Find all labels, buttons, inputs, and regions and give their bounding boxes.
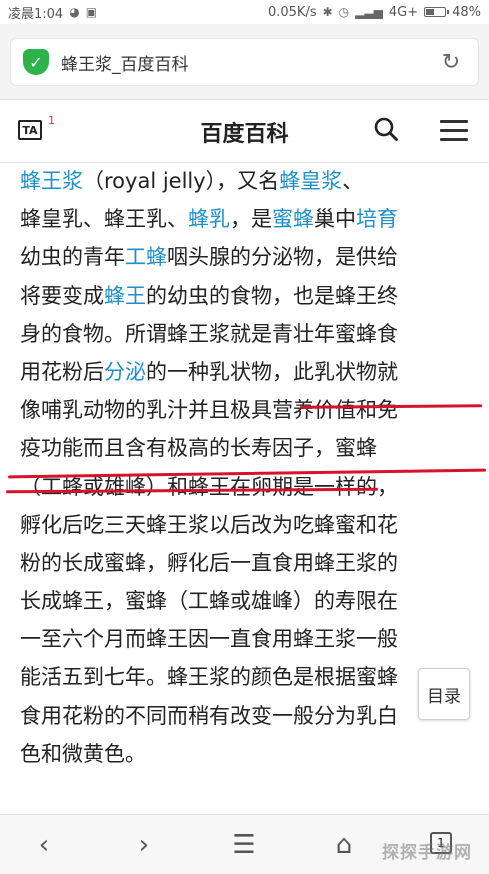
article-text: 巢中 xyxy=(314,207,356,232)
alarm-icon: ◷ xyxy=(338,5,350,19)
article-text: ，是 xyxy=(230,207,272,232)
article-text: 色和微黄色。 xyxy=(20,741,146,766)
reload-icon[interactable]: ↻ xyxy=(438,49,464,75)
forward-icon[interactable]: › xyxy=(128,831,160,859)
article-link[interactable]: 蜂皇浆 xyxy=(279,169,342,193)
article-line: 能活五到七年。蜂王浆的颜色是根据蜜蜂 xyxy=(20,658,472,696)
menu-lines-icon[interactable]: ☰ xyxy=(228,831,260,859)
article-line: 像哺乳动物的乳汁并且极具营养价值和免 xyxy=(20,391,472,429)
article-text: 疫功能而且含有极高的长寿因子，蜜蜂 xyxy=(20,436,377,461)
article-line: 食用花粉的不同而稍有改变一般分为乳白 xyxy=(20,697,472,735)
article-line: 身的食物。所谓蜂王浆就是青壮年蜜蜂食 xyxy=(20,315,472,353)
article-link[interactable]: 培育 xyxy=(356,207,398,231)
search-icon[interactable] xyxy=(374,117,398,141)
article-text: 能活五到七年。蜂王浆的颜色是根据蜜蜂 xyxy=(20,665,398,690)
url-field[interactable]: ✓ 蜂王浆_百度百科 ↻ xyxy=(10,38,479,86)
article-text: 长成蜂王，蜜蜂（工蜂或雄峰）的寿限在 xyxy=(20,589,398,614)
article-link[interactable]: 蜂王浆 xyxy=(20,169,83,193)
menu-icon[interactable] xyxy=(440,120,468,142)
article-text: 用花粉后 xyxy=(20,359,104,384)
article-line: 一至六个月而蜂王因一直食用蜂王浆一般 xyxy=(20,620,472,658)
article-line: 将要变成蜂王的幼虫的食物，也是蜂王终 xyxy=(20,277,472,315)
article-link[interactable]: 蜂乳 xyxy=(188,207,230,231)
article-text: 一至六个月而蜂王因一直食用蜂王浆一般 xyxy=(20,627,398,652)
article-line: 蜂王浆（royal jelly），又名蜂皇浆、 xyxy=(20,162,472,200)
home-icon[interactable]: ⌂ xyxy=(328,831,360,859)
article-text: 蜂皇乳、蜂王乳、 xyxy=(20,207,188,232)
article-line: 长成蜂王，蜜蜂（工蜂或雄峰）的寿限在 xyxy=(20,582,472,620)
battery-icon xyxy=(424,7,450,17)
article-line: 蜂皇乳、蜂王乳、蜂乳，是蜜蜂巢中培育 xyxy=(20,200,472,238)
article-text: 像哺乳动物的乳汁并且极具营养价值和免 xyxy=(20,398,398,423)
article-link[interactable]: 工蜂 xyxy=(125,245,167,269)
page-title: 蜂王浆_百度百科 xyxy=(61,54,189,75)
back-icon[interactable]: ‹ xyxy=(28,831,60,859)
article-text: 身的食物。所谓蜂王浆就是青壮年蜜蜂食 xyxy=(20,321,398,346)
watermark: 探探手游网 xyxy=(382,843,472,863)
article-text: 粉的长成蜜蜂，孵化后一直食用蜂王浆的 xyxy=(20,550,398,575)
address-bar: ✓ 蜂王浆_百度百科 ↻ xyxy=(0,24,489,100)
article-link[interactable]: 分泌 xyxy=(104,360,146,384)
article-text: 的一种乳状物，此乳状物就 xyxy=(146,359,398,384)
article-link[interactable]: 蜜蜂 xyxy=(272,207,314,231)
article-body: 蜂王浆（royal jelly），又名蜂皇浆、 蜂皇乳、蜂王乳、蜂乳，是蜜蜂巢中培… xyxy=(20,162,472,773)
article-text: （工蜂或雄峰）和蜂王在卵期是一样的， xyxy=(20,474,398,499)
network-speed: 0.05K/s xyxy=(267,4,317,20)
signal-icon: ▂▃▅ xyxy=(355,5,383,19)
article-line: 粉的长成蜜蜂，孵化后一直食用蜂王浆的 xyxy=(20,544,472,582)
article-text: 咽头腺的分泌物，是供给 xyxy=(167,245,398,270)
article-line: 色和微黄色。 xyxy=(20,735,472,773)
article-line: 用花粉后分泌的一种乳状物，此乳状物就 xyxy=(20,353,472,391)
site-title: 百度百科 xyxy=(200,122,289,147)
article-link[interactable]: 蜂王 xyxy=(104,284,146,308)
article-text: 幼虫的青年 xyxy=(20,245,125,270)
article-text: 孵化后吃三天蜂王浆以后改为吃蜂蜜和花 xyxy=(20,512,398,537)
network-type: 4G+ xyxy=(388,4,419,20)
toc-button[interactable]: 目录 xyxy=(418,668,470,720)
status-time: 凌晨1:04 xyxy=(8,6,64,22)
article-text: （royal jelly），又名 xyxy=(83,169,280,193)
article-line: 幼虫的青年工蜂咽头腺的分泌物，是供给 xyxy=(20,238,472,276)
article-text: 、 xyxy=(342,169,364,193)
battery-percent: 48% xyxy=(452,4,481,20)
article-line: 孵化后吃三天蜂王浆以后改为吃蜂蜜和花 xyxy=(20,506,472,544)
shield-check-icon: ✓ xyxy=(23,49,49,75)
download-icon: ▣ xyxy=(85,5,98,19)
qq-icon: ◕ xyxy=(69,5,80,19)
bluetooth-icon: ✱ xyxy=(322,5,333,19)
site-header: TA 1 百度百科 xyxy=(0,100,489,163)
article-text: 将要变成 xyxy=(20,283,104,308)
article-line: 疫功能而且含有极高的长寿因子，蜜蜂 xyxy=(20,429,472,467)
article-text: 食用花粉的不同而稍有改变一般分为乳白 xyxy=(20,703,398,728)
status-bar: 凌晨1:04 ◕ ▣ 0.05K/s ✱ ◷ ▂▃▅ 4G+ 48% xyxy=(0,0,489,24)
article-text: 的幼虫的食物，也是蜂王终 xyxy=(146,283,398,308)
